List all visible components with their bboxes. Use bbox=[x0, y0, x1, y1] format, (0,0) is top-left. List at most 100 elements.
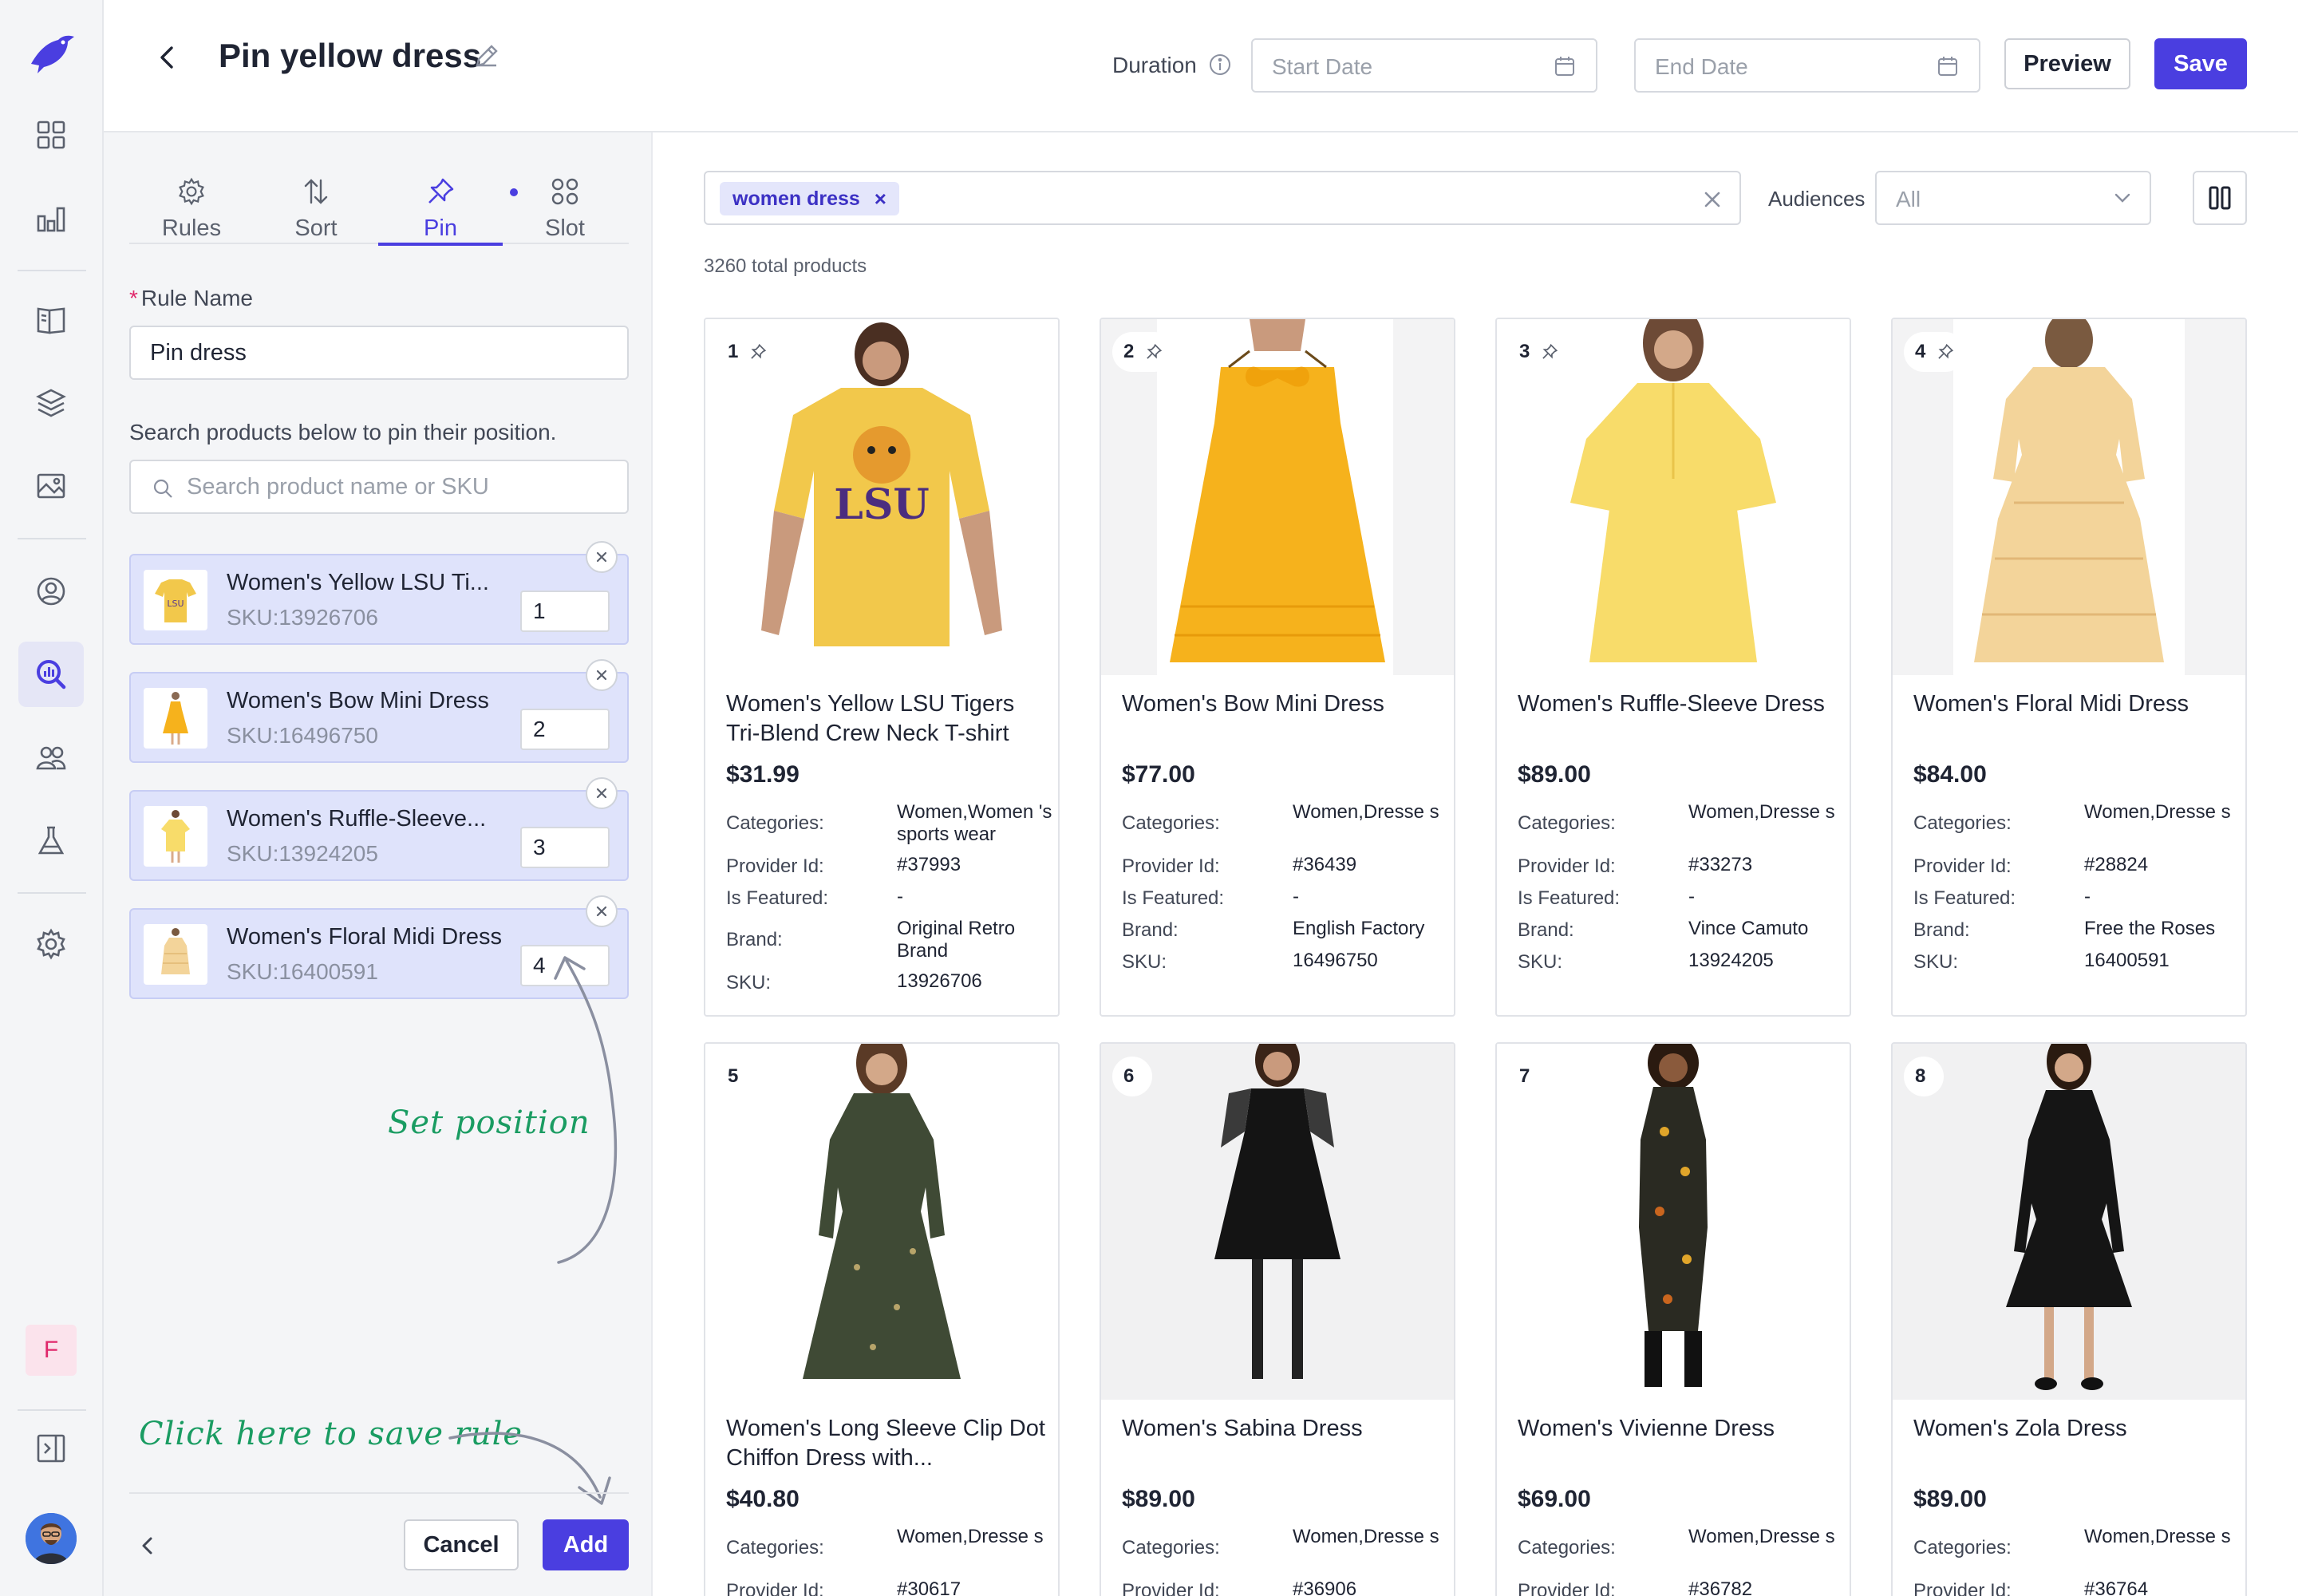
attr-label: SKU: bbox=[1122, 951, 1167, 973]
pinned-product-thumbnail bbox=[144, 806, 207, 867]
user-circle-icon[interactable] bbox=[18, 559, 84, 624]
required-asterisk: * bbox=[129, 286, 138, 310]
product-search-input[interactable] bbox=[187, 461, 618, 512]
attr-label: Categories: bbox=[726, 1537, 824, 1558]
attr-label: Categories: bbox=[1518, 812, 1616, 834]
position-badge: 2 bbox=[1112, 332, 1175, 372]
catalog-icon[interactable] bbox=[18, 287, 84, 353]
product-card[interactable]: 2 Women's Bow Mini Dress $77.00 Categori… bbox=[1100, 318, 1455, 1017]
product-results: women dress × Audiences All 3260 total p… bbox=[653, 132, 2298, 1596]
pinned-product-item: Women's Ruffle-Sleeve... SKU:13924205 bbox=[129, 777, 629, 881]
end-date-input[interactable]: End Date bbox=[1634, 38, 1980, 93]
pin-position-input[interactable] bbox=[520, 591, 610, 632]
product-card[interactable]: 6 Women's Sabina Dress $89.00 Categories… bbox=[1100, 1042, 1455, 1596]
users-icon[interactable] bbox=[18, 725, 84, 790]
remove-pin-button[interactable] bbox=[586, 777, 618, 809]
start-date-input[interactable]: Start Date bbox=[1251, 38, 1597, 93]
chip-remove-icon[interactable]: × bbox=[875, 187, 886, 211]
pin-position-input[interactable] bbox=[520, 709, 610, 750]
tab-rules[interactable]: Rules bbox=[129, 158, 254, 244]
product-price: $84.00 bbox=[1913, 761, 1987, 788]
product-card[interactable]: 5 Women's Long Sleeve Clip Dot Chiffon D… bbox=[704, 1042, 1060, 1596]
set-position-hint: Set position bbox=[388, 1104, 590, 1141]
attr-label: Provider Id: bbox=[726, 855, 824, 877]
position-badge: 3 bbox=[1508, 332, 1570, 372]
attr-provider: #36906 bbox=[1293, 1578, 1357, 1596]
rail-divider bbox=[18, 1409, 86, 1411]
collapse-panel-icon[interactable] bbox=[18, 1416, 84, 1481]
position-number: 4 bbox=[1915, 341, 1926, 362]
product-card[interactable]: LSU 1 Women's Yellow LSU Tigers Tri-Blen… bbox=[704, 318, 1060, 1017]
pinned-product-item: Women's Bow Mini Dress SKU:16496750 bbox=[129, 659, 629, 763]
chevron-down-icon bbox=[2113, 192, 2132, 204]
workspace-badge[interactable]: F bbox=[26, 1325, 77, 1376]
attr-provider: #36764 bbox=[2084, 1578, 2149, 1596]
flask-icon[interactable] bbox=[18, 808, 84, 873]
pinned-product-sku: SKU:13924205 bbox=[227, 841, 378, 866]
pinned-product-item: LSU Women's Yellow LSU Ti... SKU:1392670… bbox=[129, 541, 629, 645]
pin-icon bbox=[1542, 343, 1558, 359]
product-image bbox=[1497, 319, 1850, 675]
save-button[interactable]: Save bbox=[2154, 38, 2247, 89]
analytics-icon[interactable] bbox=[18, 185, 84, 251]
back-button[interactable] bbox=[152, 41, 184, 73]
product-card[interactable]: 3 Women's Ruffle-Sleeve Dress $89.00 Cat… bbox=[1495, 318, 1851, 1017]
cancel-button[interactable]: Cancel bbox=[404, 1519, 519, 1570]
attr-label: SKU: bbox=[726, 972, 772, 994]
product-name: Women's Bow Mini Dress bbox=[1122, 691, 1384, 717]
attr-categories: Women,Dresse s bbox=[1688, 801, 1835, 823]
filter-chip[interactable]: women dress × bbox=[720, 182, 899, 215]
clear-filter-icon[interactable] bbox=[1703, 190, 1722, 209]
search-analytics-icon[interactable] bbox=[18, 642, 84, 707]
rule-tabs: Rules Sort Pin Slot bbox=[129, 158, 629, 246]
product-card[interactable]: 7 Women's Vivienne Dress $69.00 Categori… bbox=[1495, 1042, 1851, 1596]
pinned-product-thumbnail bbox=[144, 688, 207, 749]
tab-pin[interactable]: Pin bbox=[378, 158, 503, 246]
product-price: $77.00 bbox=[1122, 761, 1195, 788]
preview-button[interactable]: Preview bbox=[2004, 38, 2130, 89]
tab-slot[interactable]: Slot bbox=[503, 158, 627, 244]
product-name: Women's Floral Midi Dress bbox=[1913, 691, 2189, 717]
unsaved-indicator-dot bbox=[510, 188, 518, 196]
product-search-field[interactable] bbox=[129, 460, 629, 514]
logo-bird-icon[interactable] bbox=[26, 29, 77, 77]
add-rule-button[interactable]: Add bbox=[543, 1519, 629, 1570]
search-icon bbox=[152, 477, 174, 500]
attr-label: Provider Id: bbox=[1122, 1580, 1220, 1596]
attr-label: Provider Id: bbox=[1122, 855, 1220, 877]
attr-featured: - bbox=[897, 886, 903, 907]
attr-label: Categories: bbox=[1122, 1537, 1220, 1558]
panel-footer-divider bbox=[129, 1492, 629, 1494]
rule-name-label: * Rule Name bbox=[129, 286, 253, 310]
attr-label: Categories: bbox=[1913, 1537, 2012, 1558]
attr-label: Is Featured: bbox=[1913, 887, 2016, 909]
remove-pin-button[interactable] bbox=[586, 659, 618, 691]
info-icon[interactable] bbox=[1208, 53, 1232, 77]
tab-sort[interactable]: Sort bbox=[254, 158, 378, 244]
attr-label: Brand: bbox=[1518, 919, 1574, 941]
image-icon[interactable] bbox=[18, 453, 84, 519]
audiences-select[interactable]: All bbox=[1875, 171, 2151, 225]
pencil-icon[interactable] bbox=[472, 41, 501, 70]
attr-categories: Women,Dresse s bbox=[1293, 1526, 1439, 1547]
product-price: $89.00 bbox=[1518, 761, 1591, 788]
product-filter-field[interactable]: women dress × bbox=[704, 171, 1741, 225]
product-card[interactable]: 8 Women's Zola Dress $89.00 Categories: … bbox=[1891, 1042, 2247, 1596]
pin-icon bbox=[425, 176, 456, 207]
pin-icon bbox=[1938, 343, 1954, 359]
pinned-product-name: Women's Floral Midi Dress bbox=[227, 924, 503, 950]
gear-icon[interactable] bbox=[18, 911, 84, 977]
duration-label: Duration bbox=[1112, 53, 1197, 77]
audiences-value: All bbox=[1896, 187, 1921, 211]
collapse-panel-button[interactable] bbox=[136, 1534, 160, 1558]
remove-pin-button[interactable] bbox=[586, 895, 618, 927]
column-layout-button[interactable] bbox=[2193, 171, 2247, 225]
rule-name-input[interactable] bbox=[129, 326, 629, 380]
layers-icon[interactable] bbox=[18, 370, 84, 436]
product-card[interactable]: 4 Women's Floral Midi Dress $84.00 Categ… bbox=[1891, 318, 2247, 1017]
attr-featured: - bbox=[1688, 886, 1695, 907]
pin-position-input[interactable] bbox=[520, 827, 610, 868]
remove-pin-button[interactable] bbox=[586, 541, 618, 573]
dashboard-icon[interactable] bbox=[18, 102, 84, 168]
avatar[interactable] bbox=[26, 1513, 77, 1564]
